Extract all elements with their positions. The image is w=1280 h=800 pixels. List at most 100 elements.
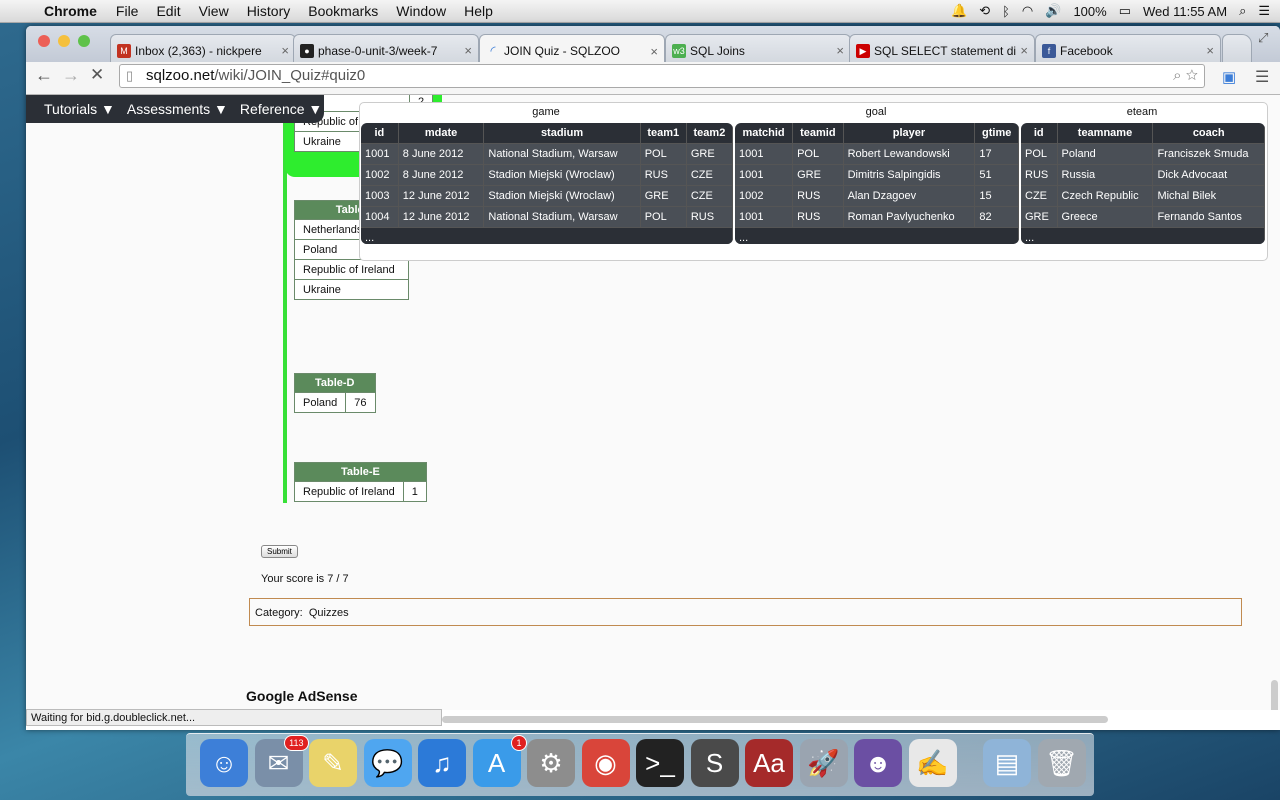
chrome-icon[interactable]: ◉ <box>581 739 630 787</box>
table-cell: POL <box>640 206 687 228</box>
sublime-text-icon[interactable]: S <box>690 739 739 787</box>
nav-tutorials[interactable]: Tutorials ▼ <box>44 101 115 117</box>
page-icon: ▯ <box>126 68 134 83</box>
dock-badge: 113 <box>284 735 309 751</box>
menu-bookmarks[interactable]: Bookmarks <box>299 3 387 19</box>
battery-icon[interactable]: ▭ <box>1119 3 1131 19</box>
finder-icon[interactable]: ☺ <box>200 739 248 787</box>
youtube-icon: ▶ <box>856 43 870 58</box>
vertical-scrollbar[interactable] <box>1271 680 1278 710</box>
submit-button[interactable]: Submit <box>261 545 298 558</box>
table-cell: GRE <box>792 164 844 186</box>
menu-view[interactable]: View <box>190 3 238 19</box>
close-tab-icon[interactable]: × <box>281 43 289 58</box>
close-tab-icon[interactable]: × <box>836 43 844 58</box>
table-cell: Poland <box>1057 143 1154 165</box>
new-tab-button[interactable] <box>1222 34 1252 62</box>
menu-app-name[interactable]: Chrome <box>38 3 107 19</box>
stop-loading-button[interactable]: ✕ <box>90 65 104 85</box>
table-row: 1004 12 June 2012 National Stadium, Warsaw… <box>361 206 733 228</box>
notification-center-icon[interactable]: ☰ <box>1258 3 1270 19</box>
stickies-icon[interactable]: ✎ <box>309 739 357 787</box>
tab-github[interactable]: ● phase-0-unit-3/week-7 × <box>293 34 479 62</box>
spotlight-icon[interactable]: ⌕ <box>1239 3 1246 19</box>
close-tab-icon[interactable]: × <box>1206 43 1214 58</box>
github-icon[interactable]: ☻ <box>854 739 902 787</box>
column-header: team1 <box>640 123 687 144</box>
mail-icon[interactable]: ✉ 113 <box>254 735 309 787</box>
close-window-button[interactable] <box>38 35 50 47</box>
chrome-menu-icon[interactable]: ☰ <box>1255 67 1269 87</box>
close-tab-icon[interactable]: × <box>1020 43 1028 58</box>
page-content: land2 Republic of Ukraine Table- Netherl… <box>26 95 1280 710</box>
menu-file[interactable]: File <box>107 3 148 19</box>
messages-icon[interactable]: 💬 <box>363 739 412 787</box>
table-cell: 1004 <box>361 206 399 228</box>
back-button[interactable]: ← <box>35 65 53 86</box>
itunes-icon[interactable]: ♫ <box>418 739 466 787</box>
table-cell: CZE <box>686 164 733 186</box>
schema-popup: game goal eteam id mdate stadium team1 t… <box>359 102 1268 261</box>
tab-join-quiz[interactable]: ◜ JOIN Quiz - SQLZOO × <box>479 34 665 63</box>
dictionary-icon[interactable]: Aa <box>745 739 793 787</box>
bluetooth-icon[interactable]: ᛒ <box>1002 4 1010 19</box>
column-header: player <box>843 123 976 144</box>
table-cell: Russia <box>1057 164 1154 186</box>
rocket-icon[interactable]: 🚀 <box>799 739 848 787</box>
table-cell: ... <box>1021 227 1265 244</box>
zoom-window-button[interactable] <box>78 35 90 47</box>
table-cell: Dick Advocaat <box>1152 164 1265 186</box>
table-cell: GRE <box>686 143 733 165</box>
table-cell: Roman Pavlyuchenko <box>843 206 976 228</box>
nav-assessments[interactable]: Assessments ▼ <box>127 101 228 117</box>
search-icon[interactable]: ⌕ <box>1173 67 1181 84</box>
wifi-icon[interactable]: ◠ <box>1022 3 1033 19</box>
tab-youtube[interactable]: ▶ SQL SELECT statement di × <box>849 34 1035 62</box>
table-cell: Ukraine <box>294 279 409 300</box>
table-row: 1001 8 June 2012 National Stadium, Warsaw P… <box>361 143 733 165</box>
nav-reference[interactable]: Reference ▼ <box>240 101 322 117</box>
tab-gmail[interactable]: M Inbox (2,363) - nickpere × <box>110 34 296 62</box>
table-row: Poland 76 <box>293 392 376 413</box>
table-cell: Czech Republic <box>1057 185 1154 207</box>
tab-sql-joins[interactable]: w3 SQL Joins × <box>665 34 851 62</box>
bookmark-star-icon[interactable]: ☆ <box>1186 67 1198 84</box>
extension-icon[interactable]: ▣ <box>1222 68 1236 86</box>
tab-title: Inbox (2,363) - nickpere <box>135 43 262 58</box>
answer-table-e: Table-E Republic of Ireland 1 <box>294 462 427 502</box>
facebook-icon: f <box>1042 43 1056 58</box>
fullscreen-icon[interactable]: ⤢ <box>1258 30 1268 46</box>
address-bar[interactable]: ▯ sqlzoo.net/wiki/JOIN_Quiz#quiz0 ⌕ ☆ <box>119 64 1205 88</box>
time-machine-icon[interactable]: ⟲ <box>979 3 990 19</box>
url-path: /wiki/JOIN_Quiz#quiz0 <box>214 67 366 84</box>
clock[interactable]: Wed 11:55 AM <box>1143 4 1227 19</box>
tab-strip: M Inbox (2,363) - nickpere × ● phase-0-u… <box>26 26 1280 63</box>
table-cell: 17 <box>974 143 1019 165</box>
notification-bell-icon[interactable]: 🔔 <box>951 3 967 19</box>
menu-window[interactable]: Window <box>387 3 455 19</box>
volume-icon[interactable]: 🔊 <box>1045 3 1061 19</box>
table-cell: 15 <box>974 185 1019 207</box>
minimize-window-button[interactable] <box>58 35 70 47</box>
table-cell: RUS <box>792 185 844 207</box>
forward-button[interactable]: → <box>62 65 80 86</box>
menu-help[interactable]: Help <box>455 3 502 19</box>
dock-badge: 1 <box>511 735 527 751</box>
battery-percent[interactable]: 100% <box>1073 4 1106 19</box>
table-cell: 1002 <box>361 164 399 186</box>
downloads-folder-icon[interactable]: ▤ <box>983 739 1031 787</box>
terminal-icon[interactable]: >_ <box>636 739 684 787</box>
tab-title: SQL Joins <box>690 43 745 58</box>
horizontal-scrollbar[interactable] <box>442 716 1108 723</box>
system-preferences-icon[interactable]: ⚙ <box>527 739 575 787</box>
app-store-icon[interactable]: A1 <box>472 735 527 787</box>
trash-icon[interactable]: 🗑 <box>1037 739 1086 787</box>
category-link[interactable]: Quizzes <box>309 607 349 619</box>
menu-edit[interactable]: Edit <box>147 3 189 19</box>
table-cell: Republic of Ireland <box>294 481 404 502</box>
menu-history[interactable]: History <box>238 3 300 19</box>
close-tab-icon[interactable]: × <box>464 43 472 58</box>
textedit-icon[interactable]: ✍ <box>908 739 957 787</box>
tab-facebook[interactable]: f Facebook × <box>1035 34 1221 62</box>
close-tab-icon[interactable]: × <box>650 44 658 59</box>
